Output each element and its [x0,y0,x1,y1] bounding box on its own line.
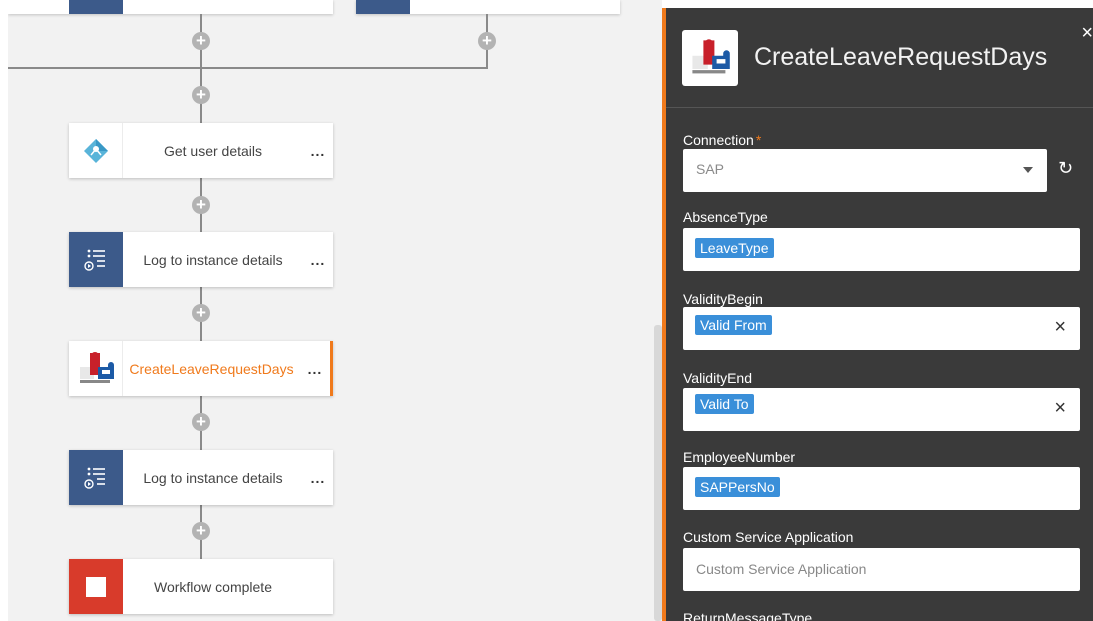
sap-puzzle-icon [682,29,738,86]
custom-service-label: Custom Service Application [683,529,854,545]
custom-service-placeholder: Custom Service Application [696,561,867,577]
add-step-button[interactable]: + [192,86,210,104]
panel-title: CreateLeaveRequestDays [754,43,1048,71]
close-panel-button[interactable]: × [1081,22,1093,45]
step-log-to-instance-details[interactable]: Log to instance details ... [69,450,333,505]
connection-label: Connection * [683,132,762,148]
validity-end-label: ValidityEnd [683,370,753,386]
add-step-button[interactable]: + [192,196,210,214]
connection-value: SAP [696,161,725,177]
return-message-type-label: ReturnMessageType [683,610,813,621]
clear-icon[interactable]: × [1054,316,1066,339]
validity-end-field[interactable]: Valid To × [683,388,1080,431]
employee-number-field[interactable]: SAPPersNo [683,467,1080,510]
panel-header: CreateLeaveRequestDays [666,8,1093,108]
variable-token[interactable]: Valid To [695,394,754,414]
step-label: Log to instance details [143,251,283,268]
branch-merge-line [8,67,488,69]
step-label: CreateLeaveRequestDays [129,360,294,377]
more-options-button[interactable]: ... [303,470,333,486]
more-options-button[interactable]: ... [303,252,333,268]
refresh-icon[interactable]: ↻ [1058,158,1073,179]
variable-token[interactable]: Valid From [695,315,772,335]
more-options-button[interactable]: ... [300,361,330,377]
validity-begin-field[interactable]: Valid From × [683,307,1080,350]
add-step-button[interactable]: + [192,522,210,540]
sap-puzzle-icon [69,341,123,396]
log-list-icon [69,232,123,287]
variable-token[interactable]: LeaveType [695,238,774,258]
clear-icon[interactable]: × [1054,397,1066,420]
workflow-canvas: + + + + + + + Get user details ... Log t… [8,0,662,621]
step-create-leave-request-days[interactable]: CreateLeaveRequestDays ... [69,341,333,396]
workflow-step-partial[interactable] [356,0,620,14]
connection-select[interactable]: SAP [683,149,1047,192]
custom-service-field[interactable]: Custom Service Application [683,548,1080,591]
absence-type-field[interactable]: LeaveType [683,228,1080,271]
action-config-panel: CreateLeaveRequestDays × Connection * SAP… [662,8,1093,621]
add-step-button[interactable]: + [192,413,210,431]
chevron-down-icon [1023,167,1033,173]
step-workflow-complete[interactable]: Workflow complete [69,559,333,614]
add-step-button[interactable]: + [192,304,210,322]
variable-token[interactable]: SAPPersNo [695,477,780,497]
validity-begin-label: ValidityBegin [683,291,763,307]
step-label: Get user details [163,142,263,159]
step-label: Log to instance details [143,469,283,486]
canvas-scrollbar[interactable] [654,325,662,621]
azure-ad-icon [69,123,123,178]
add-step-button[interactable]: + [192,32,210,50]
step-get-user-details[interactable]: Get user details ... [69,123,333,178]
add-step-button[interactable]: + [478,32,496,50]
absence-type-label: AbsenceType [683,209,768,225]
step-log-to-instance-details[interactable]: Log to instance details ... [69,232,333,287]
workflow-step-partial[interactable] [8,0,333,14]
log-list-icon [69,450,123,505]
employee-number-label: EmployeeNumber [683,449,796,465]
stop-icon [69,559,123,614]
required-marker: * [755,132,762,148]
more-options-button[interactable]: ... [303,143,333,159]
step-label: Workflow complete [153,578,272,595]
